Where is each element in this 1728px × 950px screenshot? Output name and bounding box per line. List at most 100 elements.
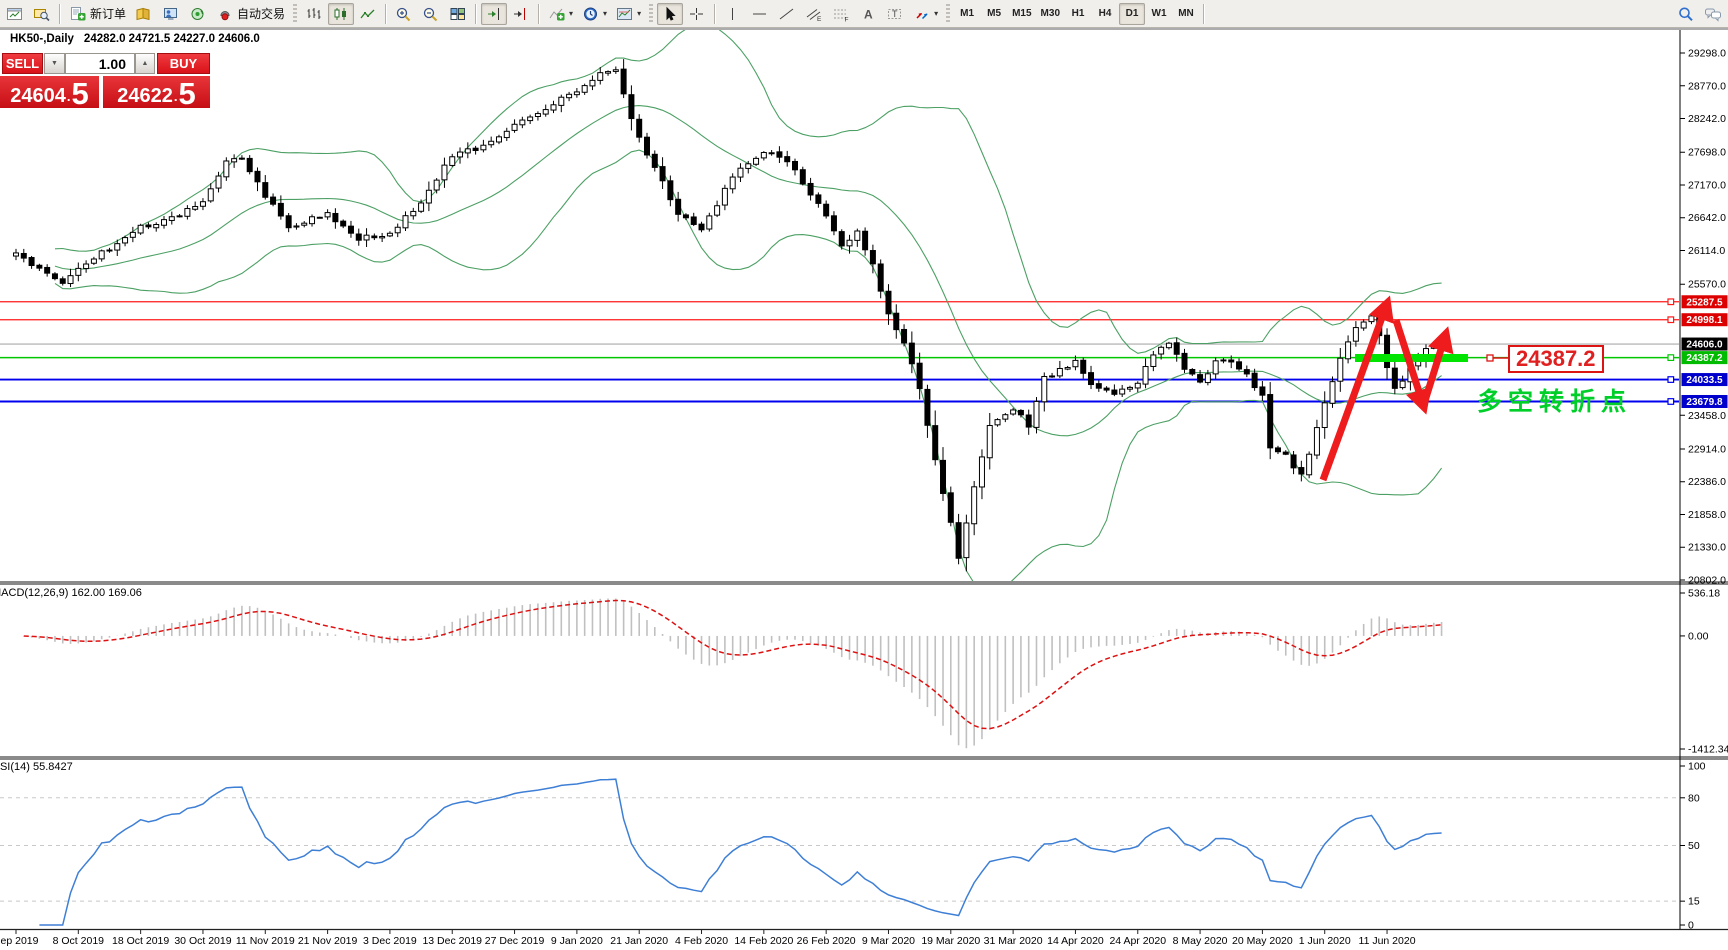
- svg-text:11 Nov 2019: 11 Nov 2019: [236, 935, 295, 947]
- search-button[interactable]: [1673, 3, 1699, 25]
- chat-icon: [1704, 6, 1722, 22]
- auto-scroll-icon: [485, 6, 503, 22]
- trendline-button[interactable]: [774, 3, 800, 25]
- macd-label: MACD(12,26,9) 162.00 169.06: [0, 587, 142, 599]
- svg-text:24606.0: 24606.0: [1686, 340, 1723, 351]
- chart-canvas[interactable]: 29298.028770.028242.027698.027170.026642…: [0, 0, 1728, 950]
- zoom-out-button[interactable]: [418, 3, 444, 25]
- auto-scroll-button[interactable]: [481, 3, 507, 25]
- buy-price-frac: 5: [179, 81, 196, 106]
- channel-button[interactable]: E: [801, 3, 827, 25]
- turning-point-text[interactable]: 多空转折点: [1477, 382, 1632, 418]
- svg-text:14 Apr 2020: 14 Apr 2020: [1047, 935, 1104, 947]
- cursor-button[interactable]: [657, 3, 683, 25]
- line-chart-button[interactable]: [355, 3, 381, 25]
- crosshair-button[interactable]: [684, 3, 710, 25]
- line-chart-icon: [359, 6, 377, 22]
- chart-title: HK50-,Daily24282.0 24721.5 24227.0 24606…: [10, 33, 260, 45]
- svg-text:8 Oct 2019: 8 Oct 2019: [53, 935, 105, 947]
- volume-input[interactable]: [65, 53, 135, 74]
- candlestick-button[interactable]: [328, 3, 354, 25]
- svg-text:23458.0: 23458.0: [1688, 410, 1726, 422]
- macd-name: MACD(12,26,9): [0, 587, 68, 599]
- timeframe-mn-button[interactable]: MN: [1173, 3, 1199, 25]
- toolbar-separator: [475, 4, 477, 24]
- metatrader-window: 新订单自动交易▾▾▾EFAT▾M1M5M15M30H1H4D1W1MN 2929…: [0, 0, 1728, 950]
- rsi-value: 55.8427: [33, 761, 73, 773]
- new-order-button[interactable]: 新订单: [65, 3, 130, 25]
- svg-text:1 Jun 2020: 1 Jun 2020: [1299, 935, 1351, 947]
- timeframe-d1-button[interactable]: D1: [1119, 3, 1145, 25]
- svg-text:11 Jun 2020: 11 Jun 2020: [1359, 935, 1416, 947]
- periods-button[interactable]: ▾: [578, 3, 611, 25]
- label-button[interactable]: T: [882, 3, 908, 25]
- vertical-line-button[interactable]: [720, 3, 746, 25]
- svg-text:24033.5: 24033.5: [1686, 375, 1723, 386]
- strategy-tester-button[interactable]: [158, 3, 184, 25]
- svg-text:18 Oct 2019: 18 Oct 2019: [112, 935, 169, 947]
- timeframe-h4-button[interactable]: H4: [1092, 3, 1118, 25]
- sell-price-frac: 5: [72, 81, 89, 106]
- timeframe-m1-button[interactable]: M1: [954, 3, 980, 25]
- alerts-button[interactable]: [185, 3, 211, 25]
- svg-text:Sep 2019: Sep 2019: [0, 935, 39, 947]
- periods-icon: [582, 6, 600, 22]
- svg-text:536.18: 536.18: [1688, 588, 1720, 600]
- text-button[interactable]: A: [855, 3, 881, 25]
- timeframe-m30-button[interactable]: M30: [1037, 3, 1064, 25]
- svg-text:25570.0: 25570.0: [1688, 279, 1726, 291]
- toolbar: 新订单自动交易▾▾▾EFAT▾M1M5M15M30H1H4D1W1MN: [0, 0, 1728, 28]
- svg-text:22386.0: 22386.0: [1688, 476, 1726, 488]
- fibonacci-button[interactable]: F: [828, 3, 854, 25]
- svg-text:22914.0: 22914.0: [1688, 443, 1726, 455]
- buy-price-box[interactable]: 24622.5: [103, 76, 210, 108]
- svg-text:24 Apr 2020: 24 Apr 2020: [1109, 935, 1166, 947]
- autotrading-icon: [216, 6, 234, 22]
- price-note-box[interactable]: 24387.2: [1508, 345, 1604, 373]
- profiles-button[interactable]: [29, 3, 55, 25]
- tile-windows-icon: [449, 6, 467, 22]
- templates-button[interactable]: ▾: [612, 3, 645, 25]
- svg-text:27170.0: 27170.0: [1688, 179, 1726, 191]
- chevron-down-icon: ▾: [637, 9, 641, 18]
- svg-text:T: T: [892, 9, 898, 19]
- new-chart-button[interactable]: [2, 3, 28, 25]
- timeframe-h1-button[interactable]: H1: [1065, 3, 1091, 25]
- symbol-period-label: HK50-,Daily: [10, 33, 74, 45]
- toolbar-grip: [649, 4, 653, 24]
- sell-price-box[interactable]: 24604.5: [0, 76, 99, 108]
- macd-values: 162.00 169.06: [71, 587, 141, 599]
- autotrading-label: 自动交易: [237, 5, 285, 22]
- toolbar-grip: [293, 4, 297, 24]
- timeframe-w1-button[interactable]: W1: [1146, 3, 1172, 25]
- svg-text:100: 100: [1688, 761, 1706, 773]
- volume-decrease-button[interactable]: ▼: [44, 53, 65, 74]
- timeframe-m5-button[interactable]: M5: [981, 3, 1007, 25]
- chat-button[interactable]: [1700, 3, 1726, 25]
- rsi-name: RSI(14): [0, 761, 30, 773]
- tile-windows-button[interactable]: [445, 3, 471, 25]
- profiles-icon: [33, 6, 51, 22]
- svg-text:21330.0: 21330.0: [1688, 542, 1726, 554]
- bar-chart-button[interactable]: [301, 3, 327, 25]
- indicators-button[interactable]: ▾: [544, 3, 577, 25]
- buy-button[interactable]: BUY: [157, 53, 210, 74]
- timeframe-m15-button[interactable]: M15: [1008, 3, 1035, 25]
- metaeditor-button[interactable]: [131, 3, 157, 25]
- toolbar-separator: [385, 4, 387, 24]
- chart-shift-button[interactable]: [508, 3, 534, 25]
- volume-increase-button[interactable]: ▲: [135, 53, 155, 74]
- chart-surface[interactable]: [0, 30, 1680, 581]
- toolbar-grip: [946, 4, 950, 24]
- horizontal-line-button[interactable]: [747, 3, 773, 25]
- arrows-button[interactable]: ▾: [909, 3, 942, 25]
- sell-button[interactable]: SELL: [2, 53, 43, 74]
- chevron-down-icon: ▾: [934, 9, 938, 18]
- horizontal-line-icon: [751, 6, 769, 22]
- svg-text:21 Jan 2020: 21 Jan 2020: [610, 935, 668, 947]
- autotrading-button[interactable]: 自动交易: [212, 3, 289, 25]
- zoom-in-button[interactable]: [391, 3, 417, 25]
- svg-text:50: 50: [1688, 840, 1700, 852]
- svg-text:26 Feb 2020: 26 Feb 2020: [797, 935, 856, 947]
- svg-text:13 Dec 2019: 13 Dec 2019: [422, 935, 482, 947]
